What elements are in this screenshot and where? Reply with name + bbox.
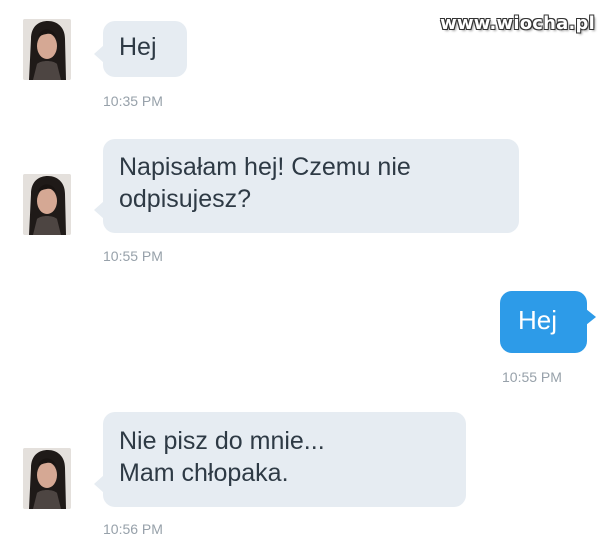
incoming-message-bubble[interactable]: Nie pisz do mnie... Mam chłopaka.	[94, 412, 466, 507]
message-text-line: Nie pisz do mnie...	[119, 427, 325, 455]
message-timestamp: 10:55 PM	[502, 369, 562, 385]
message-text: Hej	[119, 33, 157, 61]
outgoing-message-bubble[interactable]: Hej	[500, 291, 596, 353]
conversation-thread: www.wiocha.pl Hej 10:35 PM Napisałam hej…	[0, 0, 610, 553]
message-timestamp: 10:35 PM	[103, 93, 163, 109]
message-text-line: Napisałam hej! Czemu nie	[119, 153, 411, 181]
message-text: Hej	[518, 305, 558, 335]
message-text-line: odpisujesz?	[119, 185, 252, 213]
watermark: www.wiocha.pl	[440, 13, 595, 34]
message-text-line: Mam chłopaka.	[119, 459, 289, 487]
contact-avatar[interactable]	[23, 448, 71, 509]
contact-avatar[interactable]	[23, 19, 71, 80]
incoming-message-bubble[interactable]: Napisałam hej! Czemu nie odpisujesz?	[94, 139, 519, 233]
contact-avatar[interactable]	[23, 174, 71, 235]
message-timestamp: 10:56 PM	[103, 521, 163, 537]
incoming-message-bubble[interactable]: Hej	[94, 21, 187, 77]
message-timestamp: 10:55 PM	[103, 248, 163, 264]
